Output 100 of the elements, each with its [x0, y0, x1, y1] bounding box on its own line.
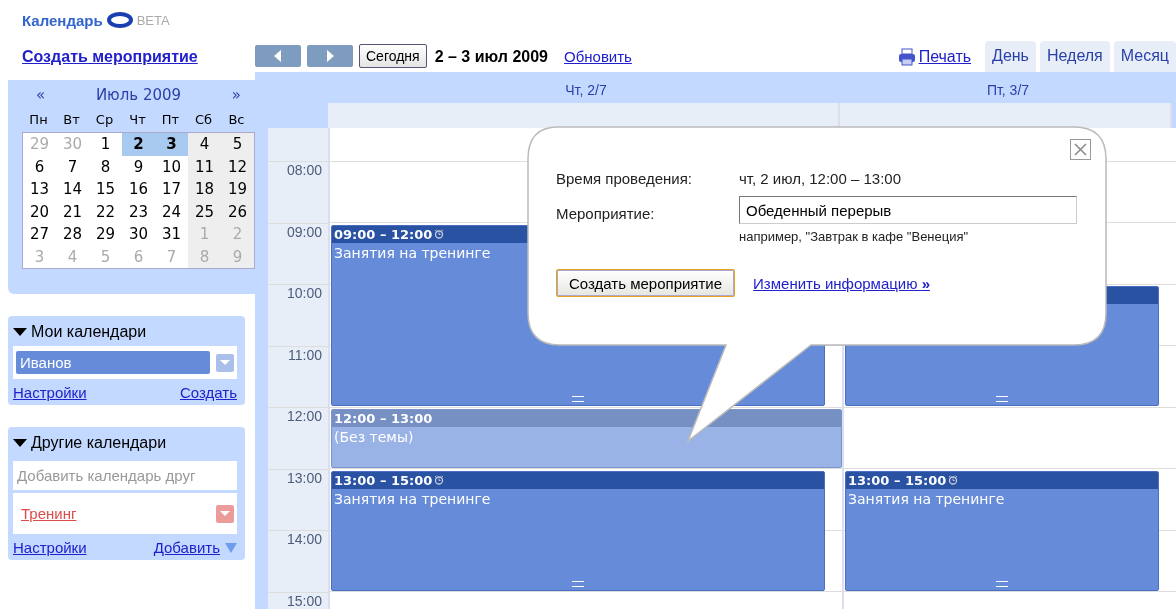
day-cell[interactable]: 14	[56, 178, 89, 201]
resize-handle-icon[interactable]	[572, 396, 584, 402]
event-title: (Без темы)	[334, 429, 414, 445]
collapse-triangle-icon[interactable]	[13, 439, 27, 447]
day-cell[interactable]: 20	[23, 200, 56, 223]
day-header[interactable]: Чт, 2/7	[565, 82, 607, 98]
create-event-button[interactable]: Создать мероприятие	[556, 269, 736, 297]
hour-label: 10:00	[286, 285, 322, 301]
event-name-field[interactable]: Обеденный перерыв	[739, 196, 1077, 224]
panel-title: Другие календари	[31, 434, 167, 452]
edit-details-link[interactable]: Изменить информацию »	[753, 274, 930, 292]
day-header[interactable]: Пт, 3/7	[986, 82, 1030, 98]
day-cell[interactable]: 8	[89, 155, 122, 178]
hour-label: 14:00	[286, 531, 322, 547]
day-cell[interactable]: 13	[23, 178, 56, 201]
beta-label: BETA	[136, 12, 170, 28]
day-cell[interactable]: 15	[89, 178, 122, 201]
day-cell[interactable]: 24	[155, 200, 188, 223]
day-cell[interactable]: 2	[122, 133, 155, 156]
day-cell[interactable]: 5	[221, 133, 254, 156]
printer-icon[interactable]	[897, 48, 916, 66]
month-title: Июль 2009	[95, 86, 182, 104]
event-time: 13:00 – 15:00	[334, 472, 433, 488]
weekday-label: Ср	[94, 112, 115, 129]
refresh-link[interactable]: Обновить	[564, 48, 632, 72]
calendar-event[interactable]: 13:00 – 15:00 Занятия на тренинге	[845, 470, 1159, 591]
event-time-value: чт, 2 июл, 12:00 – 13:00	[739, 170, 901, 187]
day-cell[interactable]: 10	[155, 155, 188, 178]
dropdown-triangle-icon[interactable]	[225, 542, 237, 553]
date-range: 2 – 3 июл 2009	[434, 48, 548, 67]
day-cell[interactable]: 31	[155, 223, 188, 246]
hour-label: 11:00	[288, 346, 322, 363]
field-label: Время проведения:	[556, 170, 693, 187]
right-triangle-icon	[326, 50, 334, 62]
resize-handle-icon[interactable]	[996, 396, 1008, 402]
day-cell[interactable]: 18	[188, 178, 221, 201]
day-cell[interactable]: 9	[122, 155, 155, 178]
day-cell[interactable]: 11	[188, 155, 221, 178]
weekday-label: Пн	[28, 112, 49, 129]
ring-logo-icon	[106, 12, 133, 28]
event-title: Занятия на тренинге	[334, 490, 491, 507]
day-cell[interactable]: 12	[221, 155, 254, 178]
weekday-label: Пт	[160, 112, 181, 129]
panel-link[interactable]: Создать	[180, 384, 237, 401]
event-time: 13:00 – 15:00	[848, 472, 947, 488]
hint-text: например, "Завтрак в кафе "Венеция"	[739, 229, 970, 244]
logo-text: Календарь	[22, 11, 103, 29]
collapse-triangle-icon[interactable]	[13, 328, 27, 336]
event-title: Занятия на тренинге	[848, 490, 1005, 507]
day-cell[interactable]: 28	[56, 223, 89, 246]
resize-handle-icon[interactable]	[572, 580, 584, 587]
print-link[interactable]: Печать	[918, 48, 972, 66]
close-icon[interactable]	[1070, 139, 1091, 160]
previous-month-link[interactable]: «	[36, 86, 46, 104]
day-cell[interactable]: 27	[23, 223, 56, 246]
day-cell[interactable]: 4	[188, 133, 221, 156]
hour-label: 13:00	[286, 469, 322, 486]
day-cell[interactable]: 3	[155, 133, 188, 156]
weekday-label: Чт	[128, 112, 147, 129]
day-cell[interactable]: 23	[122, 200, 155, 223]
add-calendar-field[interactable]: Добавить календарь друг	[13, 461, 237, 490]
dropdown-icon[interactable]	[216, 504, 234, 523]
today-button[interactable]: Сегодня	[359, 44, 427, 68]
event-title: Занятия на тренинге	[334, 244, 491, 261]
left-triangle-icon	[274, 50, 282, 62]
day-cell[interactable]: 30	[122, 223, 155, 246]
panel-link[interactable]: Добавить	[153, 539, 220, 556]
panel-title: Мои календари	[31, 323, 147, 341]
panel-link[interactable]: Настройки	[13, 384, 87, 401]
next-button[interactable]	[307, 45, 353, 67]
next-month-link[interactable]: »	[231, 86, 241, 104]
view-tab[interactable]: Неделя	[1039, 41, 1110, 72]
calendar-event[interactable]: 13:00 – 15:00 Занятия на тренинге	[331, 470, 825, 591]
resize-handle-icon[interactable]	[996, 580, 1008, 587]
dropdown-icon[interactable]	[216, 353, 234, 372]
day-cell[interactable]: 7	[56, 155, 89, 178]
view-tab[interactable]: День	[985, 41, 1036, 72]
day-cell[interactable]: 6	[23, 155, 56, 178]
day-cell[interactable]: 19	[221, 178, 254, 201]
weekday-label: Сб	[193, 112, 214, 129]
day-cell[interactable]: 1	[89, 133, 122, 156]
previous-button[interactable]	[255, 45, 301, 67]
view-tab[interactable]: Месяц	[1113, 41, 1176, 72]
create-event-link[interactable]: Создать мероприятие	[0, 48, 255, 72]
day-cell[interactable]: 22	[89, 200, 122, 223]
panel-link[interactable]: Настройки	[13, 539, 87, 556]
event-time: 12:00 – 13:00	[334, 411, 433, 426]
hour-label: 08:00	[286, 162, 322, 178]
day-cell[interactable]: 16	[122, 178, 155, 201]
hour-label: 15:00	[286, 592, 322, 609]
day-cell[interactable]: 29	[89, 223, 122, 246]
day-cell[interactable]: 26	[221, 200, 254, 223]
hour-label: 12:00	[286, 408, 322, 424]
day-cell[interactable]: 17	[155, 178, 188, 201]
weekday-label: Вт	[62, 112, 81, 129]
day-cell[interactable]: 21	[56, 200, 89, 223]
field-label: Мероприятие:	[556, 205, 656, 224]
day-cell[interactable]: 25	[188, 200, 221, 223]
hour-label: 09:00	[286, 223, 322, 240]
event-time: 09:00 – 12:00	[334, 226, 433, 242]
